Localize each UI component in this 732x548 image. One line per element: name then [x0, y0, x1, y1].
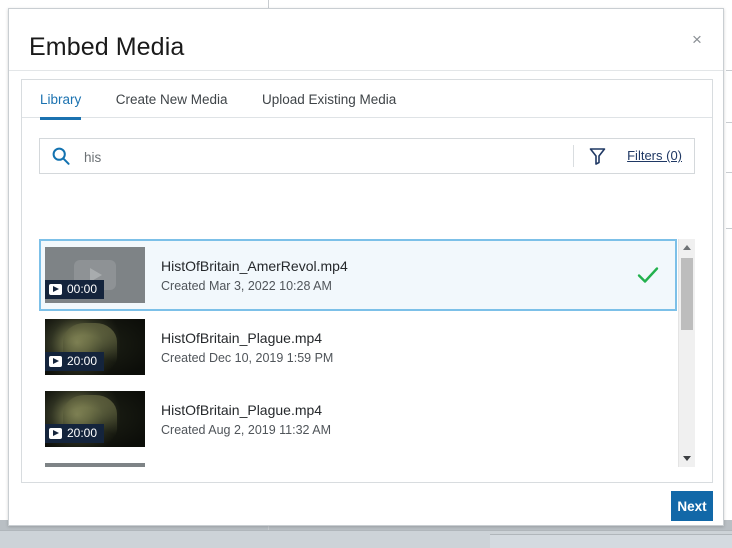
duration-text: 00:00 [67, 282, 98, 296]
tab-create-new-media[interactable]: Create New Media [116, 81, 228, 120]
media-name: HistOfBritain_AmerRevol.mp4 [161, 257, 348, 274]
scrollbar-thumb[interactable] [681, 258, 693, 330]
tab-library[interactable]: Library [40, 81, 82, 120]
search-divider [573, 145, 574, 167]
tab-bar: Library Create New Media Upload Existing… [22, 80, 712, 120]
list-item[interactable]: 20:00 HistOfBritain_Plague.mp4 Created A… [39, 383, 677, 455]
selected-check-icon [635, 262, 661, 288]
search-icon [51, 146, 71, 166]
dialog-body-panel: Library Create New Media Upload Existing… [21, 79, 713, 483]
media-created-date: Created Mar 3, 2022 10:28 AM [161, 278, 332, 293]
media-name: HistOfBritain_Plague.mp4 [161, 401, 323, 418]
list-item[interactable]: 00:00 HistOfBritain_AmerRevol.mp4 Create… [39, 239, 677, 311]
media-info: HistOfBritain_AmerRevol.mp4 Created Mar … [161, 258, 635, 293]
media-thumbnail [45, 463, 145, 467]
media-info: HistOfBritain_Plague.mp4 Created Aug 2, … [161, 402, 677, 437]
play-badge-icon [49, 356, 62, 367]
media-list-scroll-content: 00:00 HistOfBritain_AmerRevol.mp4 Create… [39, 239, 677, 467]
close-icon[interactable]: × [683, 26, 711, 54]
media-created-date: Created Dec 10, 2019 1:59 PM [161, 350, 334, 365]
media-info: HistOfBritain_Plague.mp4 Created Dec 10,… [161, 330, 677, 365]
background-panel-divider-4 [726, 228, 732, 229]
screen: Embed Media × Library Create New Media U… [0, 0, 732, 548]
background-bottom-strip-right [490, 534, 732, 548]
duration-text: 20:00 [67, 426, 98, 440]
dialog-footer: Next [21, 483, 713, 525]
media-thumbnail: 20:00 [45, 391, 145, 447]
dialog-header: Embed Media × [9, 9, 723, 71]
background-panel-divider-2 [726, 122, 732, 123]
list-item[interactable]: HistOfBritain_TimeOfDeath.mp4 [39, 455, 677, 467]
media-list-scrollbar[interactable] [678, 239, 695, 467]
duration-badge: 20:00 [45, 424, 105, 443]
embed-media-dialog: Embed Media × Library Create New Media U… [8, 8, 724, 526]
scroll-down-icon[interactable] [679, 450, 695, 467]
dialog-title: Embed Media [29, 33, 185, 61]
media-created-date: Created Aug 2, 2019 11:32 AM [161, 422, 332, 437]
tab-upload-existing-media[interactable]: Upload Existing Media [262, 81, 396, 120]
background-panel-divider [726, 70, 732, 71]
play-badge-icon [49, 428, 62, 439]
scroll-up-icon[interactable] [679, 239, 695, 256]
media-thumbnail: 00:00 [45, 247, 145, 303]
media-list: 00:00 HistOfBritain_AmerRevol.mp4 Create… [39, 239, 695, 467]
duration-text: 20:00 [67, 354, 98, 368]
duration-badge: 20:00 [45, 352, 105, 371]
search-input[interactable] [82, 139, 586, 175]
filters-link[interactable]: Filters (0) [627, 148, 682, 163]
next-button[interactable]: Next [671, 491, 713, 521]
media-name: HistOfBritain_Plague.mp4 [161, 329, 323, 346]
list-item[interactable]: 20:00 HistOfBritain_Plague.mp4 Created D… [39, 311, 677, 383]
background-panel-divider-3 [726, 172, 732, 173]
filter-funnel-icon[interactable] [589, 147, 606, 165]
media-thumbnail: 20:00 [45, 319, 145, 375]
duration-badge: 00:00 [45, 280, 105, 299]
play-badge-icon [49, 284, 62, 295]
search-bar: Filters (0) [39, 138, 695, 175]
